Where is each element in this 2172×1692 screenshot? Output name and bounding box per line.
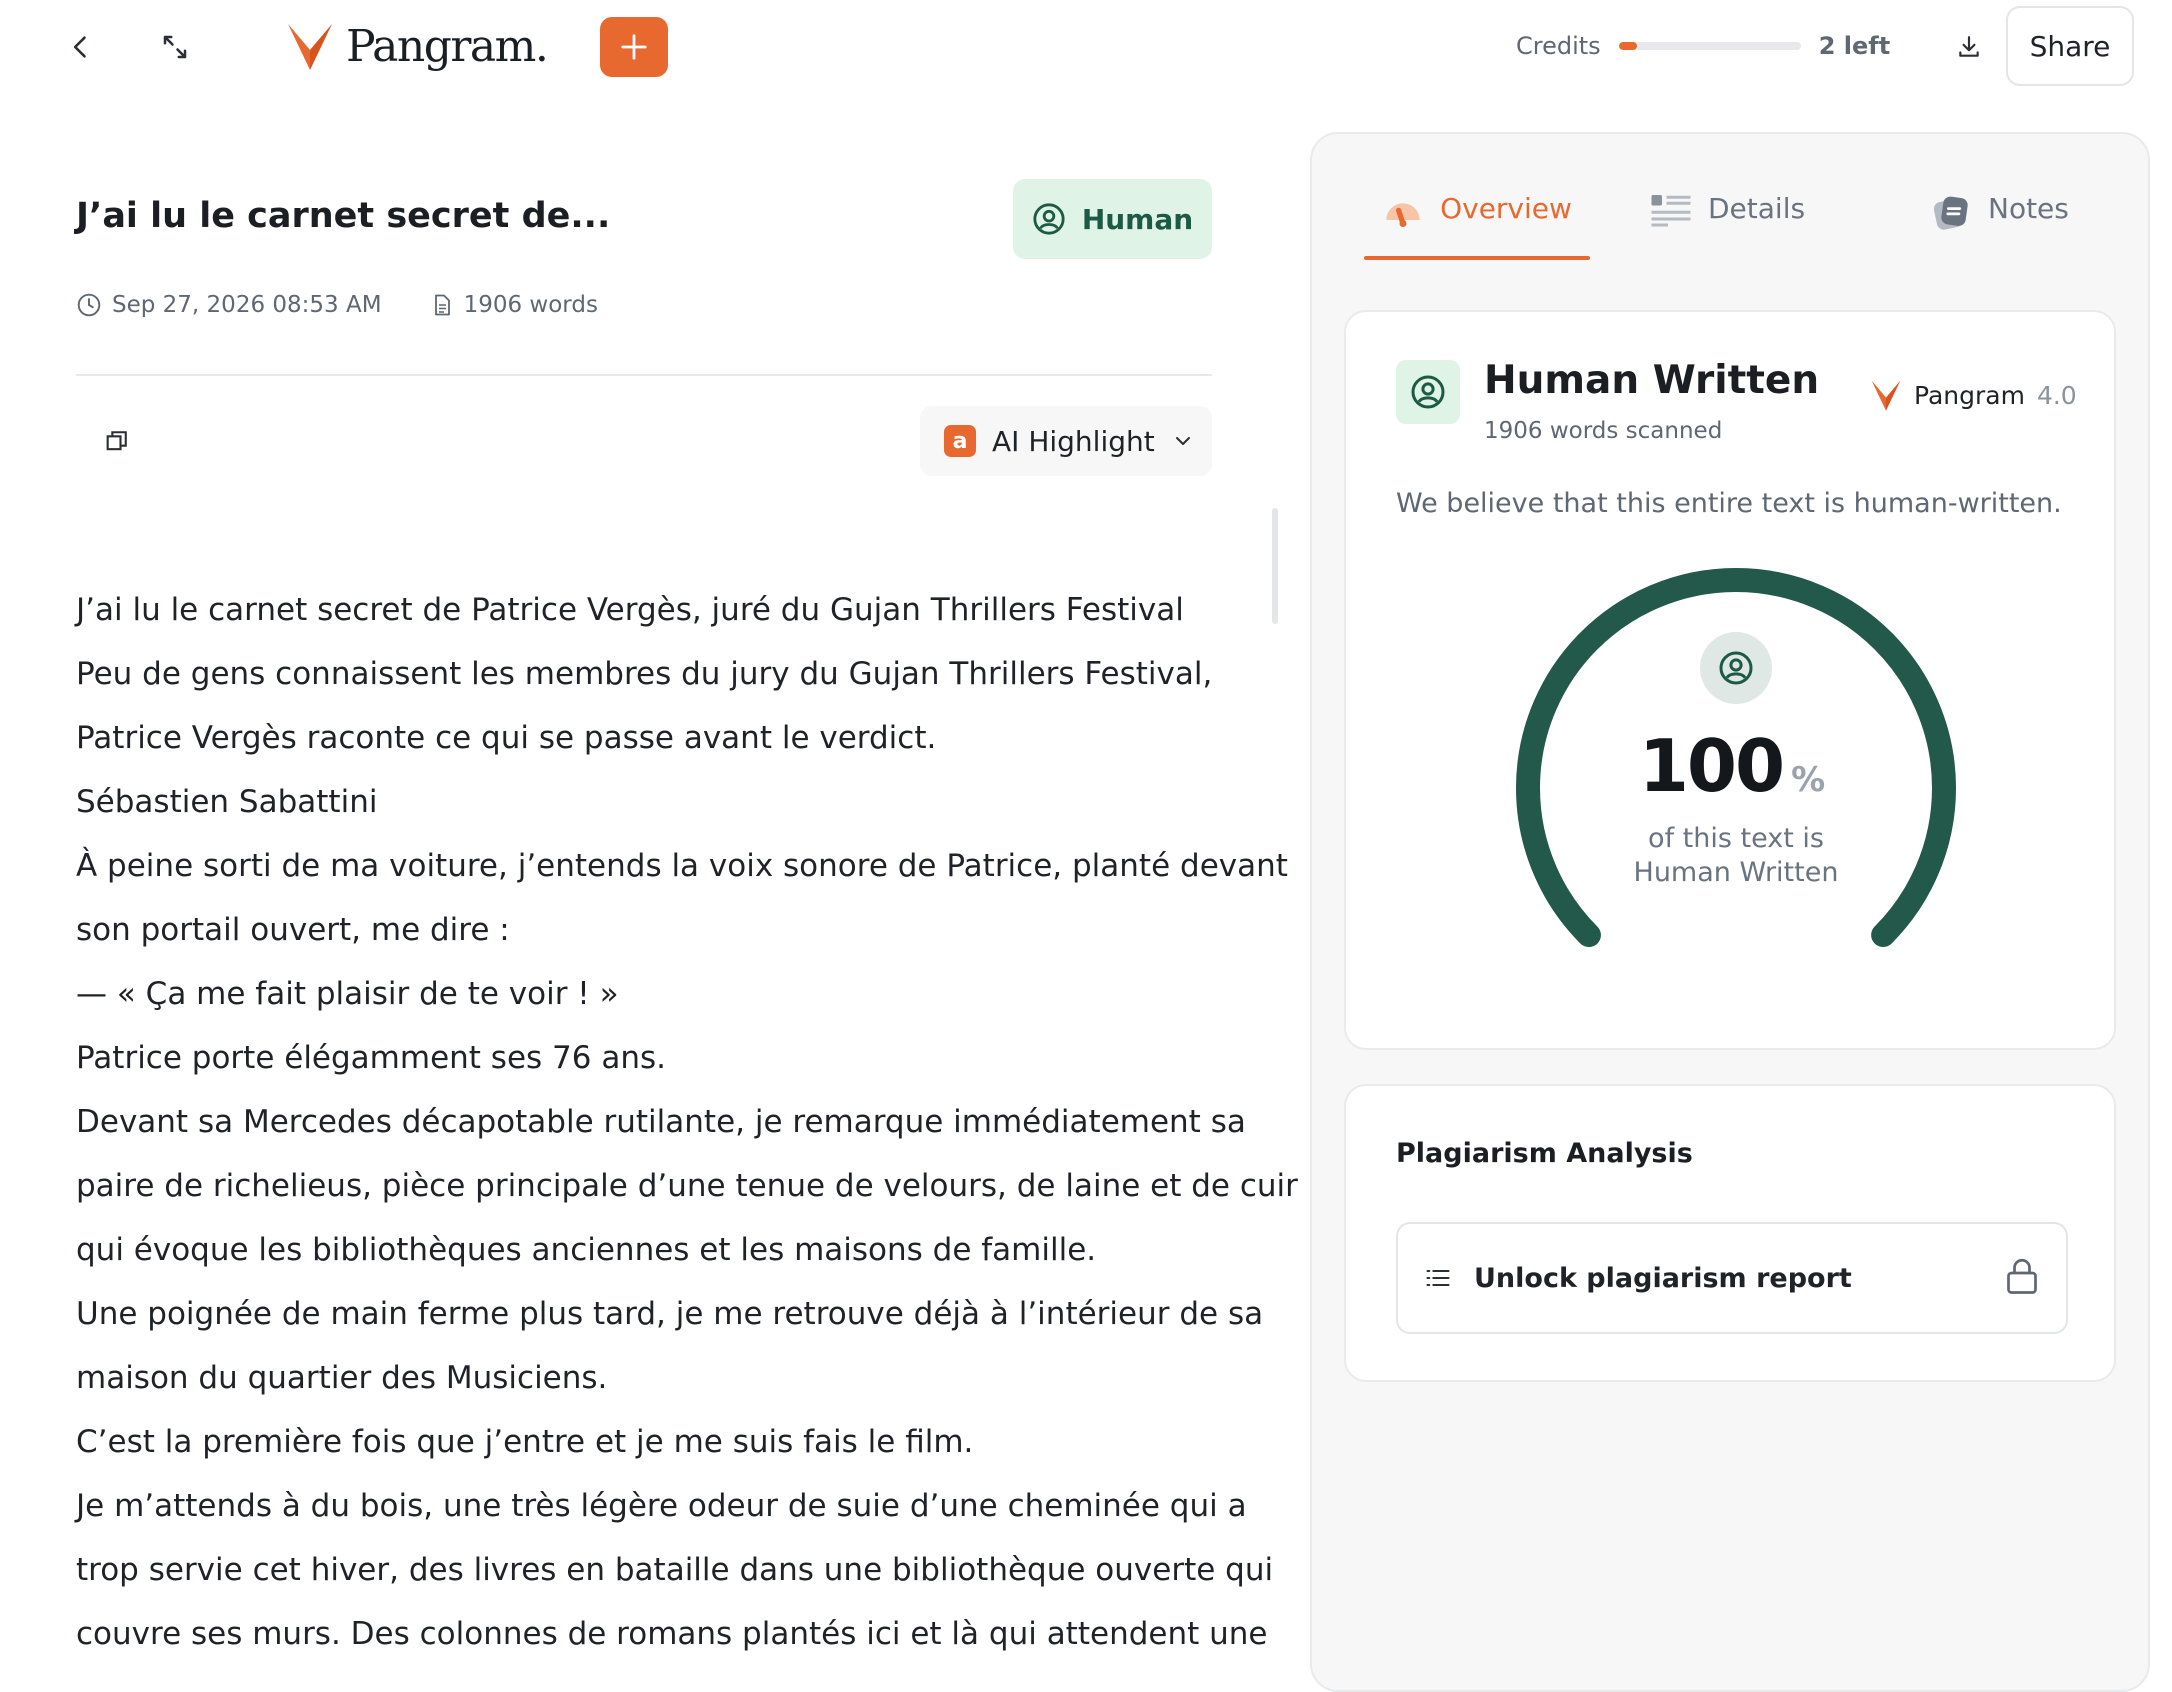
header-divider [76, 374, 1212, 376]
user-circle-icon [1719, 651, 1753, 685]
credits-progress-fill [1618, 42, 1637, 50]
gauge-value: 100% [1346, 724, 2118, 808]
document-line: qui évoque les bibliothèques anciennes e… [76, 1232, 1097, 1268]
list-icon [1426, 1269, 1450, 1287]
document-line: — « Ça me fait plaisir de te voir ! » [76, 976, 619, 1012]
user-circle-icon [1411, 375, 1445, 409]
document-line: maison du quartier des Musiciens. [76, 1360, 608, 1396]
unlock-plagiarism-button[interactable]: Unlock plagiarism report [1396, 1222, 2068, 1334]
expand-icon [163, 35, 187, 59]
document-date: Sep 27, 2026 08:53 AM [112, 292, 382, 318]
new-document-button[interactable] [600, 17, 668, 77]
lock-icon [2007, 1258, 2037, 1294]
notes-icon [1933, 196, 1968, 230]
tab-details-label: Details [1708, 192, 1806, 225]
document-title: J’ai lu le carnet secret de... [76, 196, 611, 236]
tab-details[interactable]: Details [1650, 186, 1805, 262]
words-scanned: 1906 words scanned [1484, 418, 1723, 444]
credits-progress-bar [1618, 42, 1801, 50]
gauge-percent-symbol: % [1791, 760, 1826, 800]
credits-label: Credits [1516, 32, 1601, 60]
document-word-count: 1906 words [463, 292, 598, 318]
model-name: Pangram [1914, 380, 2025, 410]
logo-text: Pangram. [346, 20, 549, 72]
tab-overview[interactable]: Overview [1364, 186, 1590, 262]
tab-overview-label: Overview [1440, 192, 1572, 225]
human-badge-label: Human [1081, 202, 1194, 236]
model-version-number: 4.0 [2036, 380, 2077, 410]
document-line: trop servie cet hiver, des livres en bat… [76, 1552, 1274, 1588]
gauge-icon [1386, 203, 1420, 227]
copy-button[interactable] [92, 416, 142, 466]
document-line: C’est la première fois que j’entre et je… [76, 1424, 974, 1460]
copy-icon [106, 431, 127, 451]
clock-icon [77, 293, 101, 317]
share-button[interactable]: Share [2006, 6, 2134, 86]
plagiarism-title: Plagiarism Analysis [1396, 1138, 1693, 1169]
document-icon [434, 294, 450, 316]
unlock-plagiarism-label: Unlock plagiarism report [1474, 1262, 1852, 1294]
top-bar: Pangram. Credits 2 left Share [0, 0, 2172, 96]
document-text: J’ai lu le carnet secret de Patrice Verg… [76, 578, 1298, 1666]
result-icon-box [1396, 360, 1460, 424]
tab-notes[interactable]: Notes [1930, 186, 2069, 262]
date-meta: Sep 27, 2026 08:53 AM [76, 292, 382, 318]
document-line: couvre ses murs. Des colonnes de romans … [76, 1616, 1268, 1652]
credits-indicator: Credits 2 left [1516, 28, 1890, 64]
document-scrollbar[interactable] [1272, 508, 1278, 624]
download-button[interactable] [1944, 22, 1994, 72]
document-line: paire de richelieus, pièce principale d’… [76, 1168, 1298, 1204]
result-description: We believe that this entire text is huma… [1396, 488, 2062, 519]
tab-notes-label: Notes [1988, 192, 2069, 225]
fox-logo-icon [288, 24, 332, 70]
analysis-tabs: Overview Details Notes [1344, 186, 2120, 262]
model-version: Pangram 4.0 [1870, 378, 2077, 412]
ai-highlight-label: AI Highlight [992, 424, 1155, 458]
fox-logo-icon [1871, 380, 1901, 411]
pangram-logo[interactable]: Pangram. [286, 14, 549, 78]
document-line: Patrice Vergès raconte ce qui se passe a… [76, 720, 937, 756]
document-line: Peu de gens connaissent les membres du j… [76, 656, 1213, 692]
words-meta: 1906 words [430, 292, 598, 318]
back-button[interactable] [56, 22, 106, 72]
expand-button[interactable] [150, 22, 200, 72]
gauge-caption-line2: Human Written [1633, 857, 1839, 888]
plagiarism-card: Plagiarism Analysis Unlock plagiarism re… [1344, 1084, 2116, 1382]
document-line: Devant sa Mercedes décapotable rutilante… [76, 1104, 1246, 1140]
gauge-percent-number: 100 [1638, 724, 1785, 808]
chevron-left-icon [73, 36, 86, 58]
user-circle-icon [1033, 203, 1065, 235]
chevron-down-icon [1175, 437, 1190, 445]
document-line: Patrice porte élégamment ses 76 ans. [76, 1040, 666, 1076]
active-tab-indicator [1364, 256, 1590, 260]
details-list-icon [1651, 195, 1691, 227]
gauge-caption-line1: of this text is [1648, 823, 1824, 854]
document-line: J’ai lu le carnet secret de Patrice Verg… [76, 592, 1184, 628]
gauge-caption: of this text is Human Written [1346, 822, 2126, 890]
document-line: son portail ouvert, me dire : [76, 912, 510, 948]
document-line: Sébastien Sabattini [76, 784, 378, 820]
result-card: Human Written 1906 words scanned Pangram… [1344, 310, 2116, 1050]
result-title: Human Written [1484, 358, 1820, 403]
plus-icon [621, 34, 647, 60]
ai-highlight-badge: a [944, 425, 976, 457]
document-line: À peine sorti de ma voiture, j’entends l… [76, 848, 1288, 884]
document-meta: Sep 27, 2026 08:53 AM 1906 words [76, 292, 598, 318]
human-result-badge[interactable]: Human [1013, 179, 1212, 259]
document-line: Une poignée de main ferme plus tard, je … [76, 1296, 1264, 1332]
download-icon [1959, 36, 1979, 57]
ai-highlight-dropdown[interactable]: a AI Highlight [920, 406, 1212, 476]
credits-left: 2 left [1818, 32, 1891, 60]
gauge-user-icon-circle [1700, 632, 1772, 704]
document-line: Je m’attends à du bois, une très légère … [76, 1488, 1247, 1524]
